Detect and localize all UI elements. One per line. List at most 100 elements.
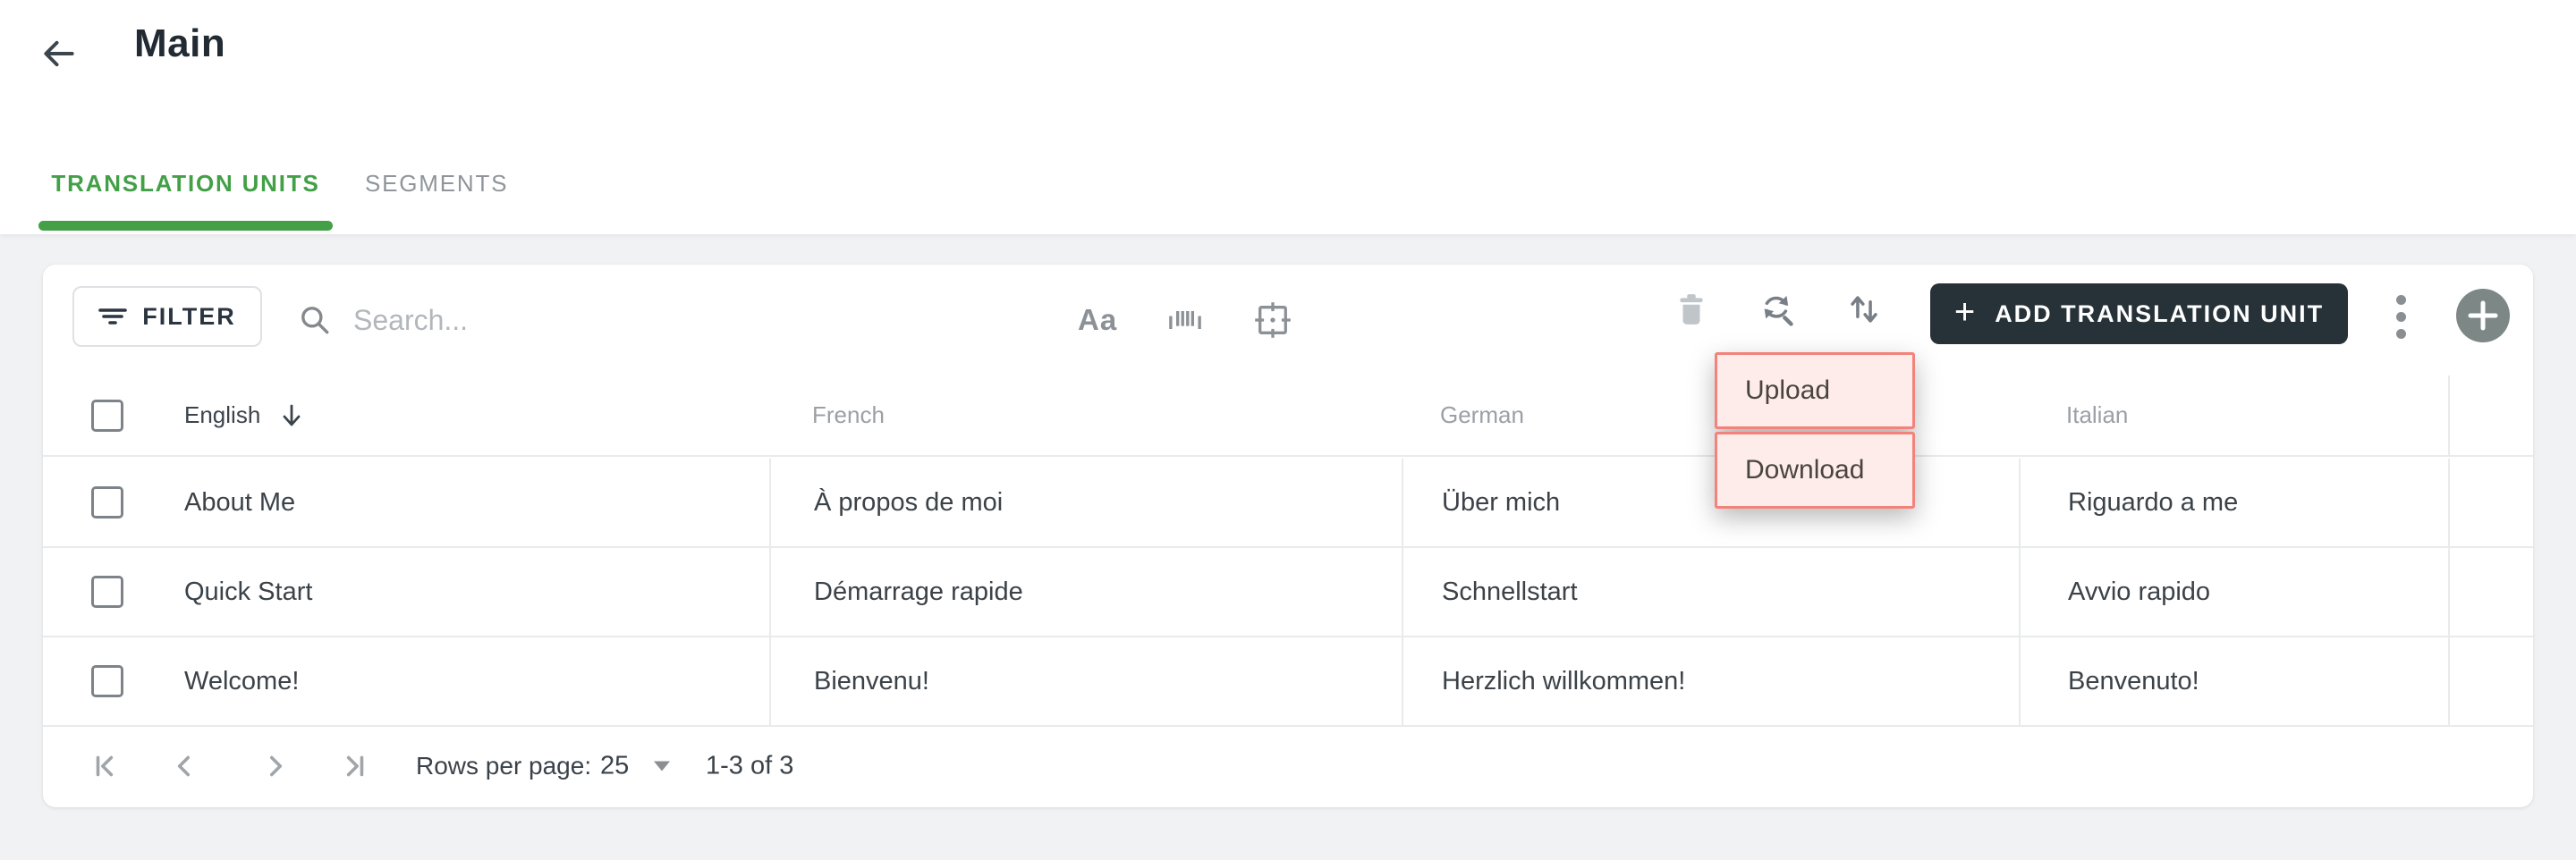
table-toolbar: FILTER Aa [43, 265, 2533, 375]
focus-frame-icon [1253, 300, 1292, 340]
view-options: Aa [1078, 265, 1292, 375]
menu-item-download[interactable]: Download [1715, 432, 1915, 509]
rows-per-page-select[interactable]: 25 [600, 751, 671, 781]
add-translation-unit-label: ADD TRANSLATION UNIT [1995, 299, 2325, 327]
column-label: English [184, 401, 261, 428]
header-cell-italian[interactable]: Italian [2019, 375, 2448, 455]
add-translation-unit-button[interactable]: + ADD TRANSLATION UNIT [1930, 283, 2348, 344]
search-icon [298, 303, 332, 337]
cell-text: Welcome! [184, 666, 300, 696]
translation-units-card: FILTER Aa [43, 265, 2533, 807]
cell-english: Welcome! [43, 637, 769, 725]
cell-french: Bienvenu! [769, 637, 1402, 725]
search-field [298, 265, 908, 375]
text-case-icon: Aa [1078, 303, 1118, 336]
barcode-icon [1167, 305, 1203, 335]
cell-french: À propos de moi [769, 459, 1402, 546]
table-row[interactable]: About Me À propos de moi Über mich Rigua… [43, 459, 2533, 548]
cell-text: À propos de moi [814, 487, 1004, 517]
cell-spacer [2448, 637, 2533, 725]
menu-item-label: Upload [1745, 375, 1831, 405]
page-title: Main [134, 21, 226, 65]
chevron-down-icon [654, 761, 671, 771]
cell-english: Quick Start [43, 548, 769, 636]
next-page-button[interactable] [259, 750, 292, 782]
rows-per-page-value: 25 [600, 751, 630, 780]
header-cell-german[interactable]: German [1402, 375, 2019, 455]
column-label: German [1440, 401, 1524, 428]
active-tab-indicator [38, 221, 333, 231]
cell-spacer [2448, 548, 2533, 636]
barcode-button[interactable] [1167, 305, 1203, 335]
tab-translation-units[interactable]: TRANSLATION UNITS [38, 156, 333, 210]
menu-item-upload[interactable]: Upload [1715, 352, 1915, 429]
column-label: French [812, 401, 885, 428]
last-page-button[interactable] [338, 750, 370, 782]
first-page-button[interactable] [89, 750, 122, 782]
text-case-button[interactable]: Aa [1078, 303, 1117, 337]
row-checkbox[interactable] [91, 486, 123, 519]
tab-label: TRANSLATION UNITS [51, 169, 320, 197]
search-input[interactable] [353, 303, 908, 337]
cell-text: Benvenuto! [2068, 666, 2199, 696]
pagination-range: 1-3 of 3 [706, 751, 794, 780]
header-cell-spacer [2448, 375, 2533, 455]
plus-circle-icon [2468, 300, 2498, 331]
row-checkbox[interactable] [91, 576, 123, 608]
sync-search-button[interactable] [1758, 291, 1796, 329]
table-row[interactable]: Quick Start Démarrage rapide Schnellstar… [43, 548, 2533, 637]
column-sort-english[interactable]: English [184, 401, 303, 429]
header-cell-french[interactable]: French [769, 375, 1402, 455]
column-label: Italian [2066, 401, 2129, 428]
focus-frame-button[interactable] [1253, 300, 1292, 340]
table-body: About Me À propos de moi Über mich Rigua… [43, 459, 2533, 727]
chevron-left-icon [168, 750, 200, 782]
cell-text: Über mich [1442, 487, 1561, 517]
trash-icon [1674, 291, 1708, 327]
sync-search-icon [1758, 291, 1796, 329]
cell-german: Schnellstart [1402, 548, 2019, 636]
tab-segments[interactable]: SEGMENTS [365, 156, 507, 210]
cell-german: Herzlich willkommen! [1402, 637, 2019, 725]
translation-units-page: Main TRANSLATION UNITS SEGMENTS FILTER S… [0, 0, 2576, 860]
filter-button-label: FILTER [142, 302, 236, 330]
arrow-left-icon [39, 34, 86, 73]
cell-italian: Riguardo a me [2019, 459, 2448, 546]
rows-per-page-label: Rows per page: [416, 752, 592, 780]
header-cell-english: English [43, 375, 769, 455]
cell-text: About Me [184, 487, 296, 517]
cell-italian: Avvio rapido [2019, 548, 2448, 636]
cell-french: Démarrage rapide [769, 548, 1402, 636]
delete-button[interactable] [1674, 291, 1708, 327]
sort-arrows-button[interactable] [1848, 291, 1880, 327]
previous-page-button[interactable] [168, 750, 200, 782]
last-page-icon [338, 750, 370, 782]
select-all-checkbox[interactable] [91, 399, 123, 432]
row-checkbox[interactable] [91, 665, 123, 697]
sort-desc-arrow-icon [280, 403, 303, 428]
cell-text: Avvio rapido [2068, 577, 2211, 606]
filter-lines-icon [98, 302, 128, 331]
cell-spacer [2448, 459, 2533, 546]
top-bar: Main TRANSLATION UNITS SEGMENTS [0, 0, 2576, 234]
back-button[interactable] [39, 30, 86, 77]
cell-text: Riguardo a me [2068, 487, 2239, 517]
chevron-right-icon [259, 750, 292, 782]
first-page-icon [89, 750, 122, 782]
plus-icon: + [1953, 292, 1978, 332]
cell-text: Herzlich willkommen! [1442, 666, 1686, 696]
cell-italian: Benvenuto! [2019, 637, 2448, 725]
up-down-arrows-icon [1848, 291, 1880, 327]
cell-german: Über mich [1402, 459, 2019, 546]
table-row[interactable]: Welcome! Bienvenu! Herzlich willkommen! … [43, 637, 2533, 727]
filter-button[interactable]: FILTER [72, 286, 262, 347]
add-column-button[interactable] [2456, 289, 2510, 342]
cell-text: Quick Start [184, 577, 313, 606]
table-header-row: English French German Italian [43, 375, 2533, 457]
tab-label: SEGMENTS [365, 169, 509, 197]
cell-text: Bienvenu! [814, 666, 929, 696]
cell-text: Schnellstart [1442, 577, 1578, 606]
cell-english: About Me [43, 459, 769, 546]
import-export-menu: Upload Download [1715, 352, 1915, 509]
more-options-button[interactable] [2379, 288, 2422, 345]
